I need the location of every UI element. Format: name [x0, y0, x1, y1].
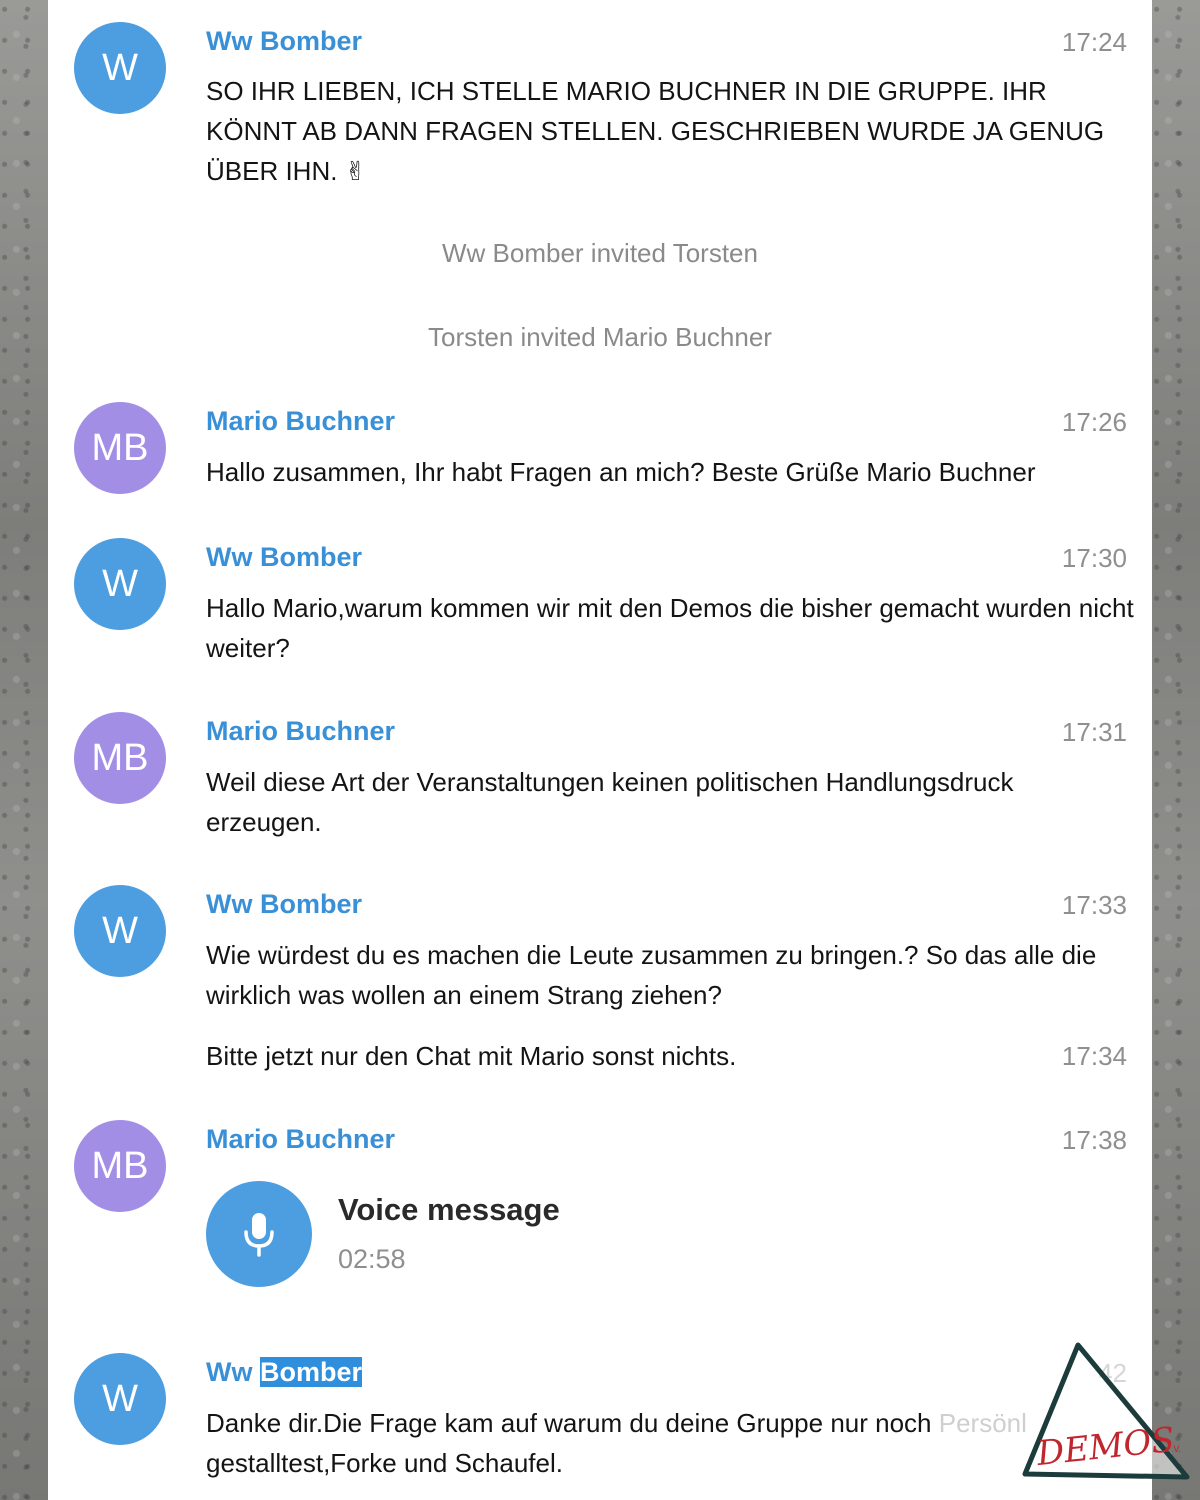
voice-title: Voice message [338, 1192, 560, 1227]
message-time: 17:24 [1061, 27, 1127, 57]
avatar-initials: W [102, 909, 138, 952]
message-time: 17:33 [1061, 890, 1127, 920]
voice-play-button[interactable] [206, 1181, 312, 1287]
avatar[interactable]: W [74, 22, 166, 114]
sender-name[interactable]: Ww Bomber [206, 889, 362, 920]
voice-duration: 02:58 [338, 1244, 406, 1274]
concrete-background-right [1152, 0, 1200, 1500]
message-text-part2: gestalltest,Forke und Schaufel. [206, 1448, 563, 1478]
avatar[interactable]: MB [74, 1120, 166, 1212]
avatar[interactable]: W [74, 1353, 166, 1445]
message-time: 17:34 [1061, 1041, 1127, 1071]
sender-name[interactable]: Mario Buchner [206, 406, 395, 437]
chat-panel: W Ww Bomber 17:24 SO IHR LIEBEN, ICH STE… [48, 0, 1152, 1500]
sender-name[interactable]: Mario Buchner [206, 716, 395, 747]
message-text-followup: Bitte jetzt nur den Chat mit Mario sonst… [206, 1041, 737, 1071]
demos-logo-suffix: e.V. [1165, 1445, 1181, 1455]
concrete-background-left [0, 0, 48, 1500]
avatar-initials: MB [91, 426, 149, 469]
message-time: 17:26 [1061, 407, 1127, 437]
message-text: Weil diese Art der Veranstaltungen keine… [206, 767, 1014, 837]
message-text: SO IHR LIEBEN, ICH STELLE MARIO BUCHNER … [206, 76, 1105, 186]
avatar[interactable]: MB [74, 712, 166, 804]
sender-name[interactable]: Ww Bomber [206, 542, 362, 573]
avatar[interactable]: MB [74, 402, 166, 494]
avatar[interactable]: W [74, 885, 166, 977]
message-time: 17:30 [1061, 543, 1127, 573]
message-time: 17:31 [1061, 717, 1127, 747]
message-time: 17:38 [1061, 1125, 1127, 1155]
avatar-initials: MB [91, 736, 149, 779]
avatar-initials: W [102, 1377, 138, 1420]
sender-name[interactable]: Mario Buchner [206, 1124, 395, 1155]
message-text: Wie würdest du es machen die Leute zusam… [206, 940, 1097, 1010]
avatar-initials: W [102, 46, 138, 89]
sender-name[interactable]: Ww Bomber [206, 26, 362, 57]
message-text: Danke dir.Die Frage kam auf warum du dei… [206, 1403, 1136, 1483]
message-text-part1: Danke dir.Die Frage kam auf warum du dei… [206, 1408, 939, 1438]
demos-logo: DEMOS e.V. [1022, 1342, 1190, 1480]
avatar[interactable]: W [74, 538, 166, 630]
avatar-initials: MB [91, 1144, 149, 1187]
message-text: Hallo zusammen, Ihr habt Fragen an mich?… [206, 457, 1036, 487]
sender-name-selected: Bomber [260, 1357, 363, 1387]
microphone-icon [244, 1213, 274, 1257]
message-text-faded: Persönl [938, 1408, 1027, 1438]
service-message: Ww Bomber invited Torsten [442, 238, 758, 268]
service-message: Torsten invited Mario Buchner [428, 322, 772, 352]
avatar-initials: W [102, 562, 138, 605]
sender-name[interactable]: Ww Bomber [206, 1357, 363, 1388]
sender-name-first: Ww [206, 1357, 253, 1387]
message-text: Hallo Mario,warum kommen wir mit den Dem… [206, 593, 1134, 663]
